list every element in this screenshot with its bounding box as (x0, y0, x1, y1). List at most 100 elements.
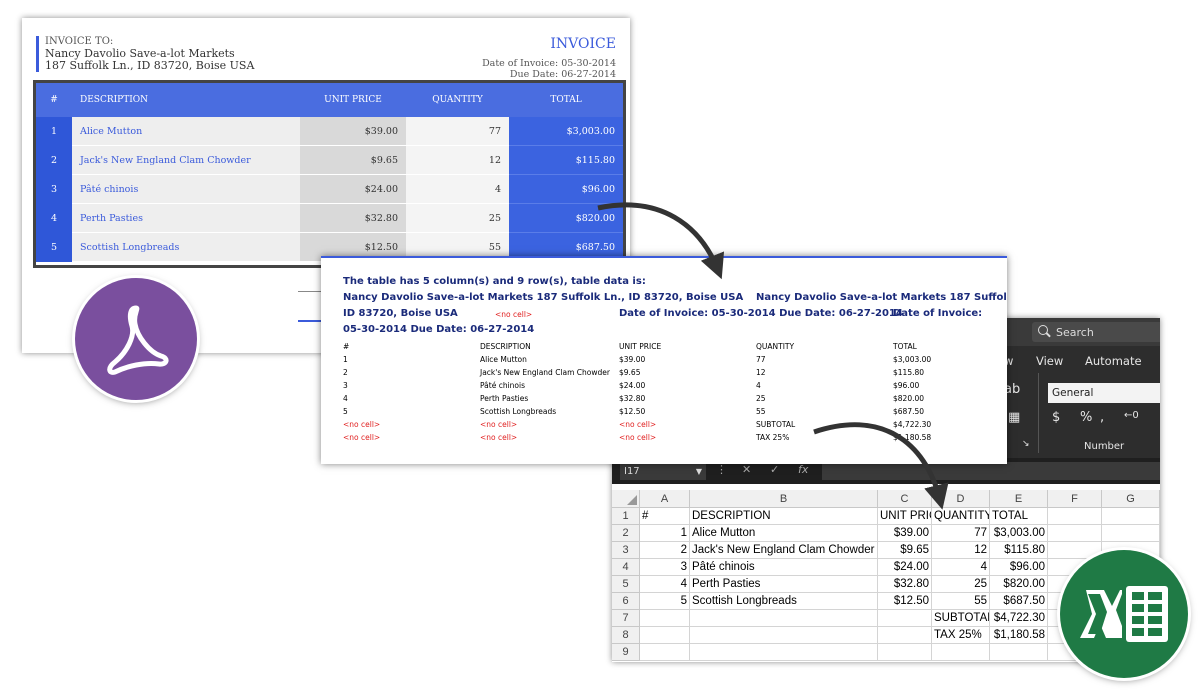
spreadsheet-cell[interactable]: 5 (640, 593, 690, 610)
spreadsheet-cell[interactable]: $32.80 (878, 576, 932, 593)
column-header[interactable]: E (990, 490, 1048, 508)
merge-cells-icon[interactable]: ▦ (1008, 410, 1020, 425)
invoice-cell: 4 (36, 204, 72, 233)
spreadsheet-cell[interactable]: 3 (640, 559, 690, 576)
dialog-launcher-icon[interactable]: ↘ (1022, 439, 1030, 449)
tab-automate[interactable]: Automate (1085, 354, 1142, 368)
spreadsheet-cell[interactable]: SUBTOTAL (932, 610, 990, 627)
invoice-table: # DESCRIPTION UNIT PRICE QUANTITY TOTAL … (33, 80, 626, 268)
column-header[interactable]: C (878, 490, 932, 508)
spreadsheet-cell[interactable] (1048, 508, 1102, 525)
spreadsheet-cell[interactable] (932, 644, 990, 661)
spreadsheet-cell[interactable] (690, 644, 878, 661)
spreadsheet-cell[interactable]: # (640, 508, 690, 525)
spreadsheet-cell[interactable]: $39.00 (878, 525, 932, 542)
spreadsheet-cell[interactable]: 55 (932, 593, 990, 610)
invoice-due-date: Due Date: 06-27-2014 (509, 69, 616, 80)
spreadsheet-cell[interactable]: Perth Pasties (690, 576, 878, 593)
column-header[interactable]: A (640, 490, 690, 508)
invoice-dates: Date of Invoice: 05-30-2014 Due Date: 06… (482, 58, 616, 80)
spreadsheet-cell[interactable] (990, 644, 1048, 661)
row-header[interactable]: 7 (612, 610, 640, 627)
invoice-cell: $39.00 (300, 117, 406, 146)
select-all-corner[interactable] (612, 490, 640, 508)
spreadsheet-cell[interactable] (640, 610, 690, 627)
percent-icon[interactable]: % (1080, 410, 1092, 425)
spreadsheet-cell[interactable]: 25 (932, 576, 990, 593)
cancel-icon[interactable]: ✕ (742, 463, 751, 476)
extracted-cell: $24.00 (619, 381, 646, 390)
spreadsheet-cell[interactable] (878, 610, 932, 627)
column-header[interactable]: F (1048, 490, 1102, 508)
number-format-dropdown[interactable]: General (1048, 383, 1160, 403)
spreadsheet-cell[interactable]: Alice Mutton (690, 525, 878, 542)
spreadsheet-cell[interactable]: $3,003.00 (990, 525, 1048, 542)
spreadsheet-cell[interactable]: $1,180.58 (990, 627, 1048, 644)
formula-input[interactable] (822, 462, 1160, 480)
spreadsheet-cell[interactable] (878, 627, 932, 644)
spreadsheet-cell[interactable]: $9.65 (878, 542, 932, 559)
spreadsheet-cell[interactable]: QUANTITY (932, 508, 990, 525)
spreadsheet-cell[interactable]: $24.00 (878, 559, 932, 576)
spreadsheet-cell[interactable]: Pâté chinois (690, 559, 878, 576)
spreadsheet-cell[interactable]: Scottish Longbreads (690, 593, 878, 610)
spreadsheet-cell[interactable]: $4,722.30 (990, 610, 1048, 627)
row-header[interactable]: 5 (612, 576, 640, 593)
row-header[interactable]: 9 (612, 644, 640, 661)
spreadsheet-cell[interactable] (878, 644, 932, 661)
function-icon[interactable]: fx (798, 463, 808, 476)
row-header[interactable]: 4 (612, 559, 640, 576)
enter-icon[interactable]: ✓ (770, 463, 779, 476)
spreadsheet-cell[interactable]: $12.50 (878, 593, 932, 610)
row-header[interactable]: 2 (612, 525, 640, 542)
spreadsheet-cell[interactable]: 4 (640, 576, 690, 593)
spreadsheet-cell[interactable]: $115.80 (990, 542, 1048, 559)
row-header[interactable]: 3 (612, 542, 640, 559)
spreadsheet-cell[interactable] (640, 644, 690, 661)
column-header[interactable]: D (932, 490, 990, 508)
no-cell-marker: <no cell> (480, 433, 518, 442)
column-header[interactable]: G (1102, 490, 1160, 508)
header-cell: QUANTITY (432, 95, 483, 105)
spreadsheet-cell[interactable]: $687.50 (990, 593, 1048, 610)
spreadsheet-cell[interactable] (690, 610, 878, 627)
row-header[interactable]: 8 (612, 627, 640, 644)
spreadsheet-cell[interactable]: $96.00 (990, 559, 1048, 576)
currency-icon[interactable]: $ (1052, 410, 1060, 425)
spreadsheet-cell[interactable]: TAX 25% (932, 627, 990, 644)
column-header[interactable]: B (690, 490, 878, 508)
excel-glyph-icon (1080, 586, 1168, 642)
spreadsheet-cell[interactable] (690, 627, 878, 644)
chevron-down-icon: ▼ (695, 466, 702, 476)
invoice-row: 3 Pâté chinois $24.00 4 $96.00 (36, 175, 623, 204)
spreadsheet-cell[interactable]: 12 (932, 542, 990, 559)
comma-style-icon[interactable]: , (1100, 410, 1104, 425)
extracted-cell: $3,003.00 (893, 355, 932, 364)
tab-view[interactable]: View (1036, 354, 1063, 368)
spreadsheet-cell[interactable]: 4 (932, 559, 990, 576)
spreadsheet-cell[interactable]: TOTAL (990, 508, 1048, 525)
invoice-cell: $115.80 (509, 146, 623, 175)
row-header[interactable]: 1 (612, 508, 640, 525)
no-cell-marker: <no cell> (480, 420, 518, 429)
more-icon: ⋮ (716, 463, 727, 476)
spreadsheet-cell[interactable] (1102, 508, 1160, 525)
spreadsheet-cell[interactable]: 2 (640, 542, 690, 559)
invoice-cell: Pâté chinois (72, 175, 300, 204)
spreadsheet-cell[interactable]: 1 (640, 525, 690, 542)
extracted-cell: $96.00 (893, 381, 920, 390)
increase-decimal-icon[interactable]: ←0 (1124, 410, 1139, 421)
row-header[interactable]: 6 (612, 593, 640, 610)
name-box[interactable]: I17 ▼ (620, 462, 706, 480)
spreadsheet-cell[interactable]: UNIT PRIC (878, 508, 932, 525)
spreadsheet-cell[interactable]: Jack's New England Clam Chowder (690, 542, 878, 559)
spreadsheet-cell[interactable]: DESCRIPTION (690, 508, 878, 525)
spreadsheet-cell[interactable] (640, 627, 690, 644)
spreadsheet-cell[interactable]: 77 (932, 525, 990, 542)
search-box[interactable]: Search (1032, 322, 1160, 342)
spreadsheet-cell[interactable] (1048, 525, 1102, 542)
spreadsheet-cell[interactable]: $820.00 (990, 576, 1048, 593)
extracted-cell: 5 (343, 407, 348, 416)
extracted-cell: Alice Mutton (480, 355, 527, 364)
spreadsheet-cell[interactable] (1102, 525, 1160, 542)
